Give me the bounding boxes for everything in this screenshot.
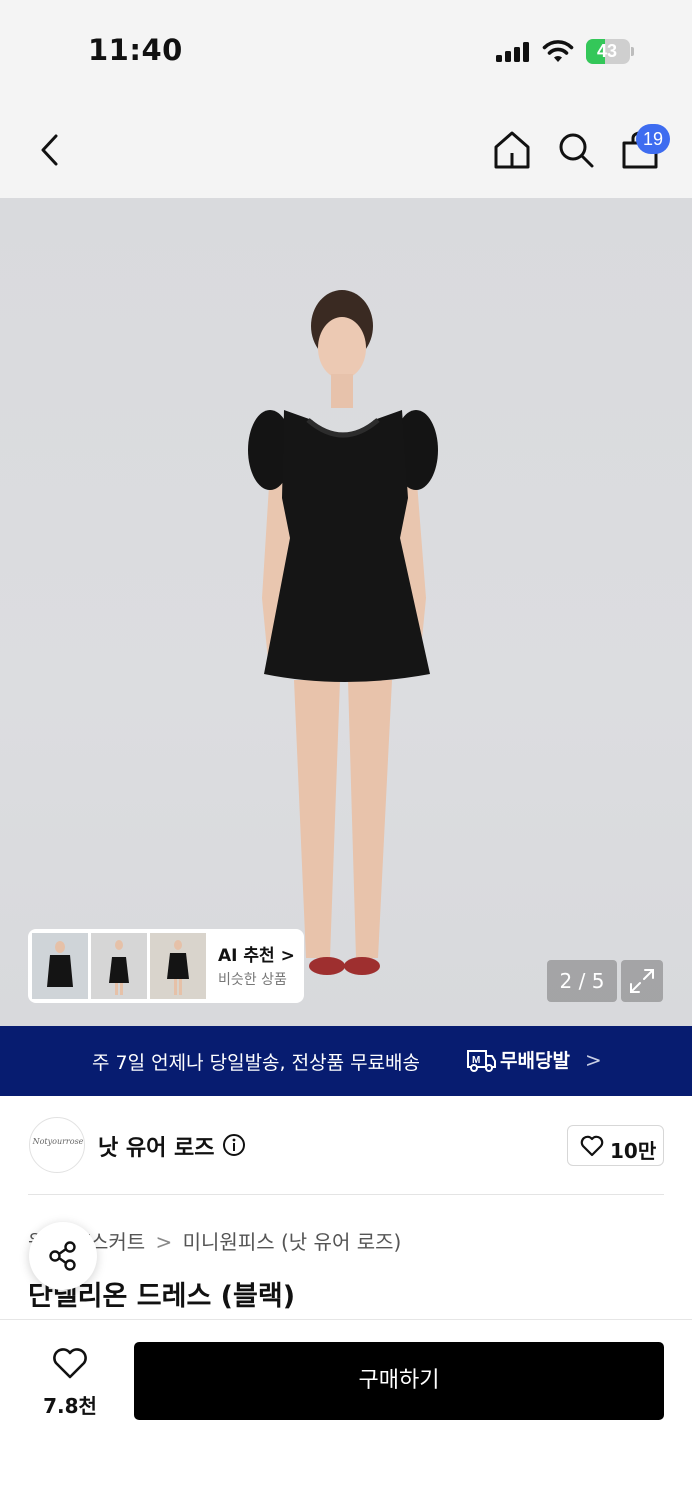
- recommendation-thumbnail[interactable]: [32, 933, 88, 999]
- delivery-brand-label: 무배당발: [500, 1050, 570, 1072]
- chevron-right-icon: >: [155, 1230, 173, 1254]
- free-delivery-banner[interactable]: 주 7일 언제나 당일발송, 전상품 무료배송 M 무배당발 >: [0, 1026, 692, 1096]
- brand-like-count: 10만: [610, 1139, 657, 1163]
- buy-button[interactable]: 구매하기: [134, 1342, 664, 1420]
- ai-recommendation-title: AI 추천 >: [218, 946, 295, 966]
- heart-icon: [580, 1135, 604, 1157]
- brand-logo-text: Notyourrose: [32, 1137, 84, 1146]
- share-button[interactable]: [29, 1222, 97, 1290]
- brand-row: Notyourrose 낫 유어 로즈 10만: [0, 1096, 692, 1196]
- delivery-truck-icon: M: [467, 1050, 496, 1072]
- cart-count-badge: 19: [636, 124, 670, 154]
- home-icon[interactable]: [492, 130, 532, 170]
- share-icon: [49, 1241, 76, 1271]
- search-icon[interactable]: [556, 130, 596, 170]
- signal-icon: [496, 42, 530, 62]
- top-nav-bar: [0, 100, 692, 198]
- wifi-icon: [542, 40, 574, 62]
- bottom-action-bar: 7.8천 구매하기: [0, 1319, 692, 1500]
- recommendation-thumbnail[interactable]: [91, 933, 147, 999]
- info-icon[interactable]: [222, 1133, 246, 1157]
- expand-image-button[interactable]: [621, 960, 663, 1002]
- breadcrumb-item[interactable]: 미니원피스 (낫 유어 로즈): [183, 1230, 402, 1254]
- ai-recommendation-subtitle: 비슷한 상품: [218, 972, 287, 988]
- back-arrow-icon[interactable]: [30, 130, 70, 170]
- chevron-right-icon: >: [585, 1048, 602, 1072]
- status-time: 11:40: [88, 33, 183, 67]
- battery-level: 43: [596, 41, 618, 61]
- image-page-indicator: 2 / 5: [547, 960, 617, 1002]
- status-bar: 11:40 43: [0, 0, 692, 100]
- product-photo: [248, 290, 438, 975]
- brand-logo[interactable]: Notyourrose: [29, 1117, 85, 1173]
- divider: [28, 1194, 664, 1195]
- recommendation-thumbnail[interactable]: [150, 933, 206, 999]
- ai-recommendation-card[interactable]: AI 추천 > 비슷한 상품: [28, 929, 304, 1003]
- wishlist-count: 7.8천: [43, 1394, 97, 1418]
- brand-name[interactable]: 낫 유어 로즈: [98, 1130, 215, 1162]
- expand-icon: [630, 969, 654, 993]
- wishlist-button[interactable]: 7.8천: [30, 1344, 110, 1424]
- svg-text:M: M: [472, 1055, 480, 1066]
- delivery-text: 주 7일 언제나 당일발송, 전상품 무료배송: [92, 1052, 421, 1074]
- brand-like-button[interactable]: 10만: [567, 1125, 664, 1166]
- product-image-gallery[interactable]: AI 추천 > 비슷한 상품 2 / 5: [0, 198, 692, 1026]
- battery-icon: 43: [586, 39, 634, 64]
- heart-icon: [53, 1348, 87, 1379]
